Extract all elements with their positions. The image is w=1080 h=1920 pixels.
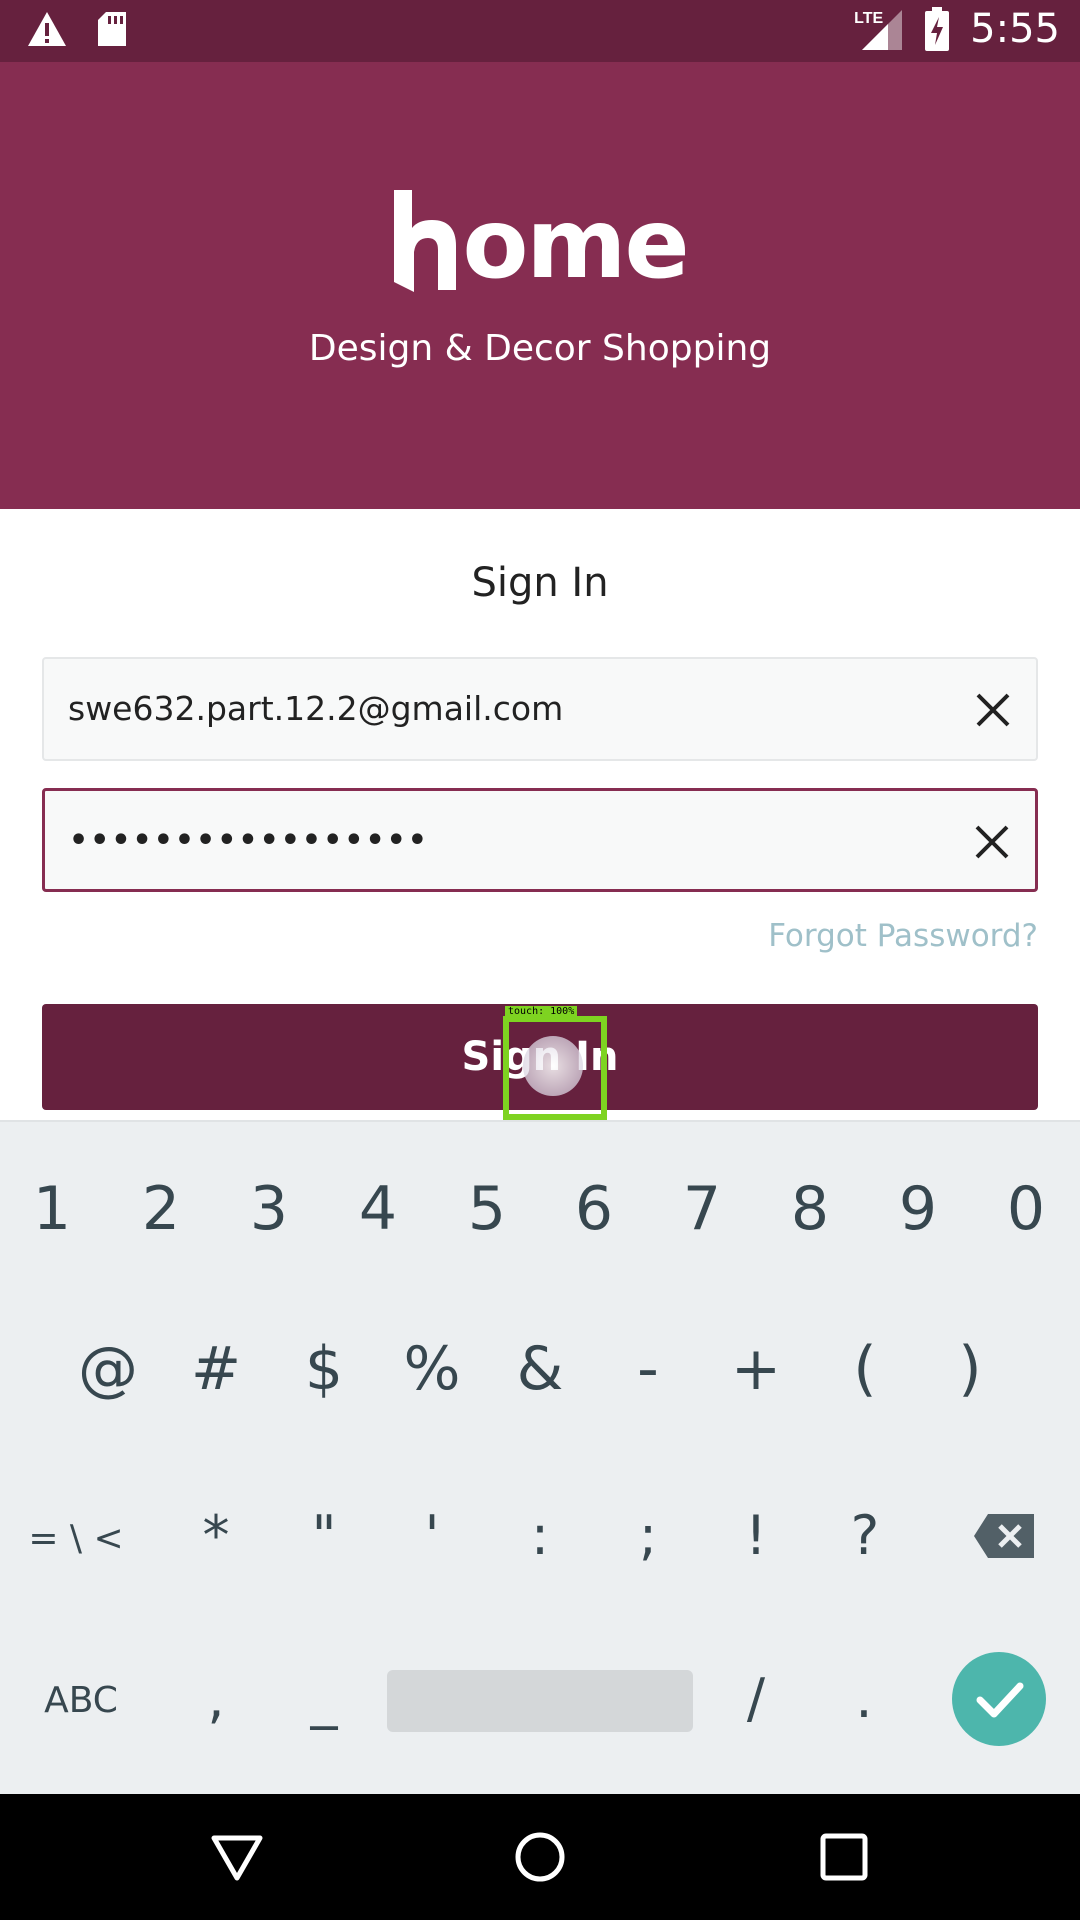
key-3[interactable]: 3 <box>219 1174 319 1244</box>
key-2[interactable]: 2 <box>111 1174 211 1244</box>
key-plus[interactable]: + <box>706 1334 806 1404</box>
recents-icon[interactable] <box>817 1830 871 1884</box>
key-7[interactable]: 7 <box>652 1174 752 1244</box>
key-at[interactable]: @ <box>58 1334 158 1404</box>
page-title: Sign In <box>471 560 609 606</box>
warning-icon <box>28 12 66 46</box>
enter-check-icon <box>976 1682 1024 1718</box>
space-key[interactable] <box>387 1670 693 1732</box>
clear-email-icon[interactable] <box>972 689 1014 731</box>
key-period[interactable]: . <box>814 1667 914 1730</box>
status-bar: LTE 5:55 <box>0 0 1080 62</box>
touch-point <box>523 1036 583 1096</box>
key-1[interactable]: 1 <box>2 1174 102 1244</box>
email-value[interactable]: swe632.part.12.2@gmail.com <box>68 659 563 759</box>
key-9[interactable]: 9 <box>868 1174 968 1244</box>
key-abc[interactable]: ABC <box>11 1680 151 1721</box>
key-asterisk[interactable]: * <box>166 1504 266 1567</box>
key-close-paren[interactable]: ) <box>920 1334 1020 1404</box>
key-8[interactable]: 8 <box>760 1174 860 1244</box>
signal-icon: LTE <box>854 6 904 52</box>
password-field[interactable]: ••••••••••••••••• <box>42 788 1038 892</box>
key-exclamation[interactable]: ! <box>706 1504 806 1567</box>
key-comma[interactable]: , <box>166 1667 266 1730</box>
key-ampersand[interactable]: & <box>490 1334 590 1404</box>
soft-keyboard: 1 2 3 4 5 6 7 8 9 0 @ # $ % & - + ( ) = … <box>0 1120 1080 1794</box>
battery-charging-icon <box>925 7 950 51</box>
back-icon[interactable] <box>210 1830 264 1884</box>
password-value[interactable]: ••••••••••••••••• <box>69 791 429 891</box>
system-nav-bar <box>0 1794 1080 1920</box>
forgot-password-link[interactable]: Forgot Password? <box>768 918 1038 954</box>
clear-password-icon[interactable] <box>971 821 1013 863</box>
sd-card-icon <box>98 12 126 46</box>
key-0[interactable]: 0 <box>976 1174 1076 1244</box>
logo-text: ome <box>462 188 689 300</box>
status-time: 5:55 <box>970 6 1060 52</box>
tagline: Design & Decor Shopping <box>308 328 772 369</box>
logo-h-icon <box>394 190 457 292</box>
app-header: ome Design & Decor Shopping <box>0 62 1080 509</box>
key-double-quote[interactable]: " <box>274 1504 374 1567</box>
key-hash[interactable]: # <box>166 1334 266 1404</box>
key-underscore[interactable]: _ <box>274 1667 374 1730</box>
email-field[interactable]: swe632.part.12.2@gmail.com <box>42 657 1038 761</box>
enter-key[interactable] <box>952 1652 1046 1746</box>
key-dollar[interactable]: $ <box>274 1334 374 1404</box>
key-single-quote[interactable]: ' <box>382 1504 482 1567</box>
key-semicolon[interactable]: ; <box>598 1504 698 1567</box>
key-question[interactable]: ? <box>815 1504 915 1567</box>
key-more-symbols[interactable]: = \ < <box>6 1518 146 1559</box>
backspace-icon[interactable] <box>974 1512 1036 1560</box>
home-icon[interactable] <box>513 1830 567 1884</box>
key-slash[interactable]: / <box>706 1667 806 1730</box>
home-logo: ome <box>0 190 1080 292</box>
key-open-paren[interactable]: ( <box>815 1334 915 1404</box>
key-4[interactable]: 4 <box>328 1174 428 1244</box>
key-percent[interactable]: % <box>382 1334 482 1404</box>
key-colon[interactable]: : <box>490 1504 590 1567</box>
key-minus[interactable]: - <box>598 1334 698 1404</box>
key-6[interactable]: 6 <box>544 1174 644 1244</box>
key-5[interactable]: 5 <box>437 1174 537 1244</box>
